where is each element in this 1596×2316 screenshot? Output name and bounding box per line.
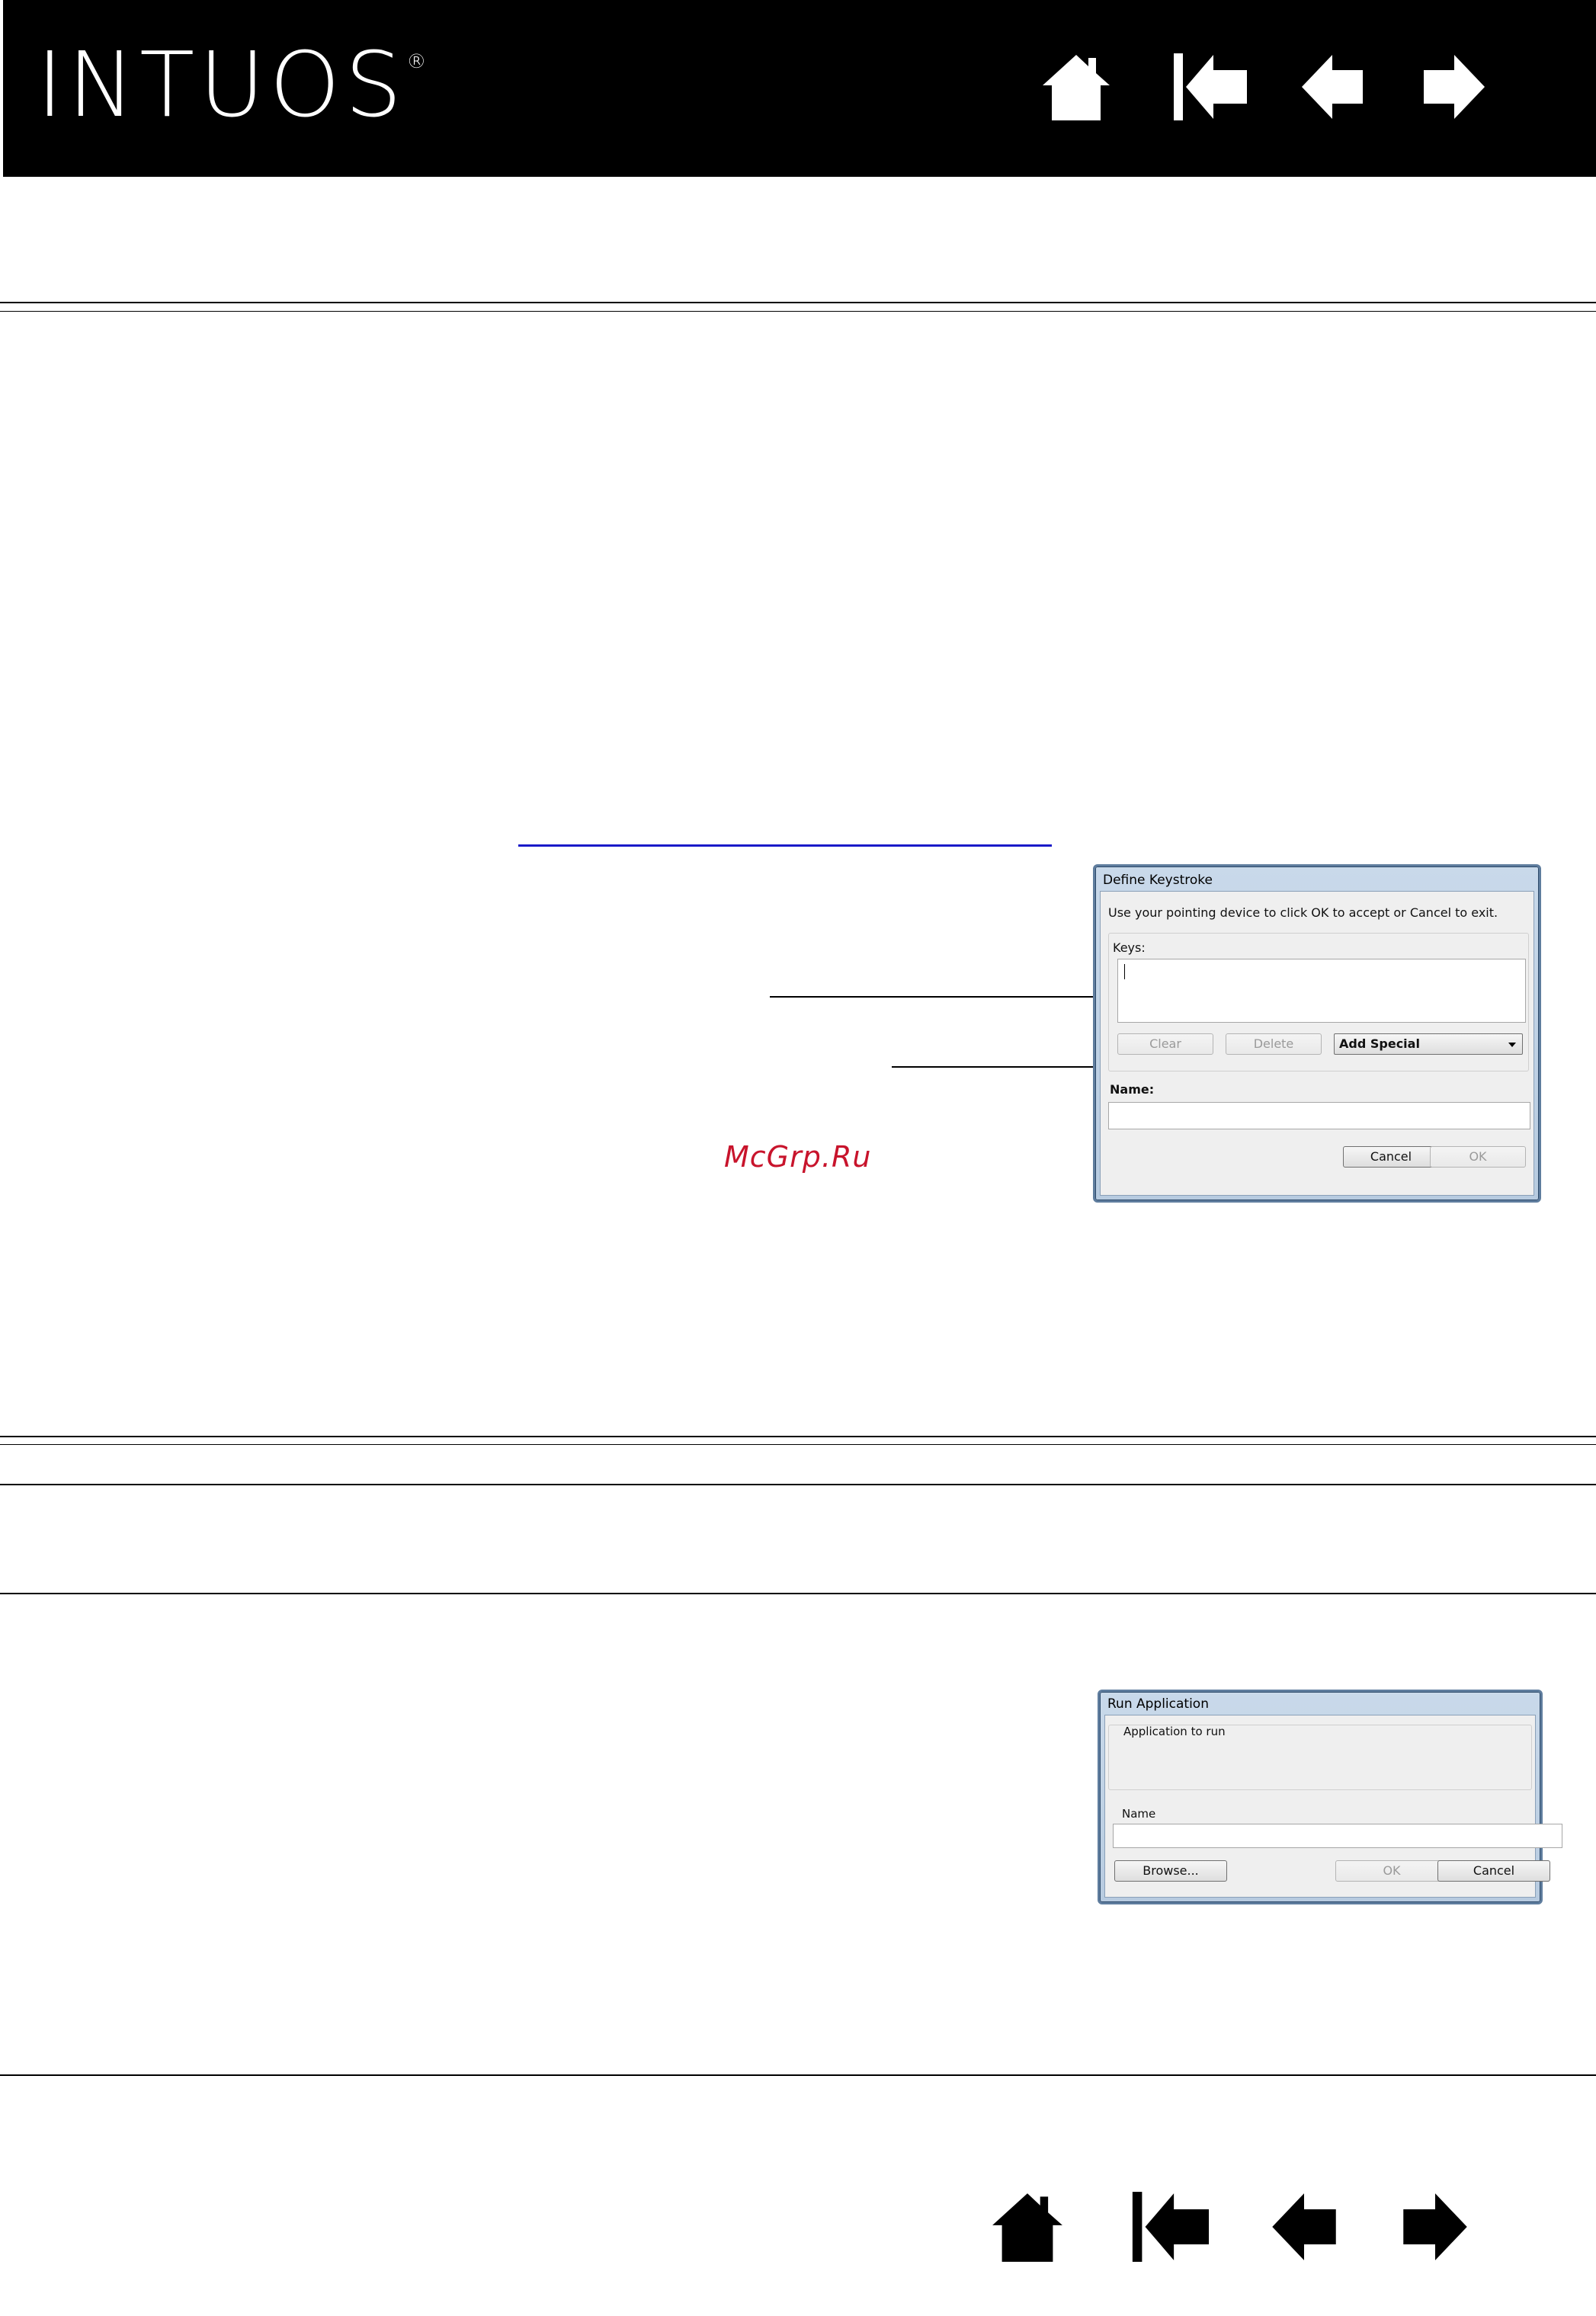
section-rule (0, 1436, 1596, 1437)
intuos-logo: INTUOS® (37, 32, 427, 137)
section-rule (0, 1593, 1596, 1594)
home-icon[interactable] (1041, 52, 1111, 122)
clear-button[interactable]: Clear (1117, 1033, 1213, 1055)
application-to-run-label: Application to run (1123, 1725, 1226, 1738)
add-special-select[interactable]: Add Special (1334, 1033, 1523, 1055)
name-label: Name (1122, 1807, 1156, 1821)
name-label: Name: (1110, 1082, 1155, 1097)
section-rule (0, 311, 1596, 312)
first-page-icon[interactable] (1174, 52, 1248, 122)
instruction-text: Use your pointing device to click OK to … (1108, 905, 1498, 920)
add-special-value: Add Special (1339, 1036, 1420, 1051)
hyperlink-underline[interactable] (518, 844, 1052, 847)
previous-page-icon[interactable] (1300, 52, 1364, 122)
next-page-icon[interactable] (1422, 52, 1486, 122)
ok-button[interactable]: OK (1335, 1860, 1448, 1882)
ok-button[interactable]: OK (1430, 1146, 1526, 1168)
run-application-dialog: Run Application Application to run Name … (1098, 1690, 1562, 1904)
section-rule (0, 1444, 1596, 1445)
browse-button[interactable]: Browse... (1114, 1860, 1227, 1882)
keys-input[interactable] (1117, 959, 1526, 1023)
name-input[interactable] (1108, 1102, 1530, 1129)
section-rule (0, 302, 1596, 303)
delete-button[interactable]: Delete (1226, 1033, 1322, 1055)
dialog-body: Application to run Name Browse... OK Can… (1104, 1715, 1562, 1898)
section-rule (0, 1484, 1596, 1485)
define-keystroke-dialog: Define Keystroke Use your pointing devic… (1093, 864, 1541, 1203)
dialog-title: Run Application (1107, 1696, 1209, 1712)
section-rule (0, 2074, 1596, 2076)
chevron-down-icon (1508, 1043, 1516, 1047)
cancel-button[interactable]: Cancel (1343, 1146, 1439, 1168)
dialog-title: Define Keystroke (1103, 873, 1213, 888)
first-page-icon[interactable] (1131, 2190, 1212, 2263)
text-caret (1124, 964, 1125, 979)
watermark: McGrp.Ru (724, 1140, 872, 1174)
page-header: INTUOS® (3, 0, 1596, 177)
next-page-icon[interactable] (1401, 2190, 1469, 2263)
cancel-button[interactable]: Cancel (1437, 1860, 1550, 1882)
keys-label: Keys: (1113, 940, 1146, 955)
previous-page-icon[interactable] (1270, 2190, 1338, 2263)
name-input[interactable] (1113, 1824, 1562, 1848)
dialog-body: Use your pointing device to click OK to … (1100, 891, 1534, 1196)
home-icon[interactable] (989, 2190, 1066, 2263)
